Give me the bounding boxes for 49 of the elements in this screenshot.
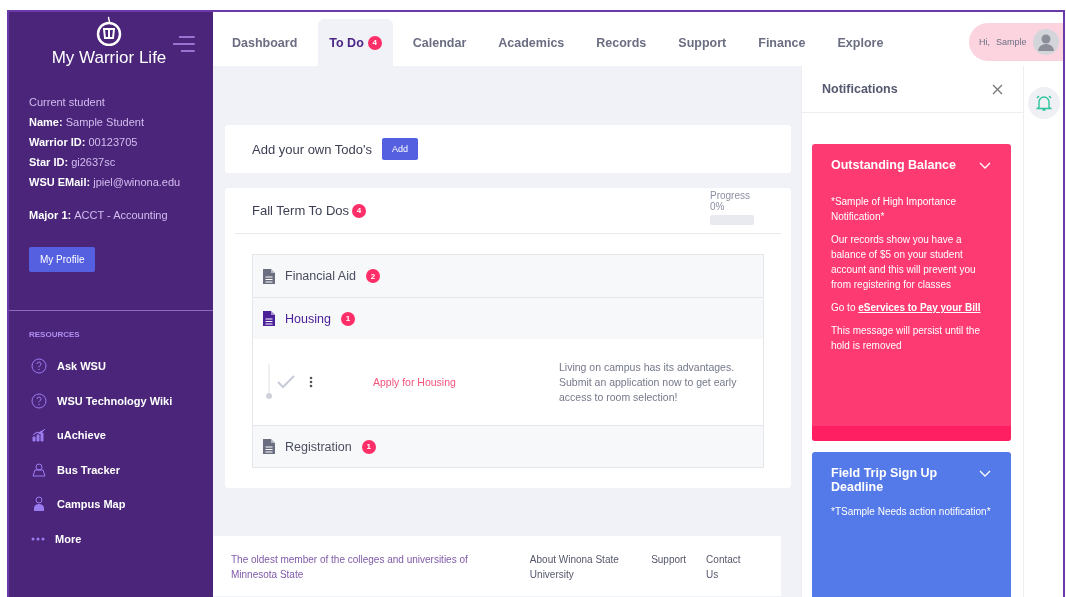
category-header[interactable]: Registration 1 <box>253 425 763 467</box>
count-badge: 1 <box>361 439 376 454</box>
nav-tab[interactable]: Explore <box>826 19 895 66</box>
footer-text: The oldest member of the colleges and universities of Minnesota State <box>231 553 469 582</box>
task-description: Living on campus has its advantages. Submit an application now to get early access to room selection! <box>559 359 738 405</box>
count-badge: 4 <box>367 35 382 50</box>
profile-field: Name: Sample Student <box>29 116 193 128</box>
count-badge: 4 <box>352 203 367 218</box>
profile-field: Current student <box>29 96 193 108</box>
nav-tab[interactable]: To Do 4 <box>318 19 393 66</box>
resource-link[interactable]: Bus Tracker <box>57 463 120 476</box>
count-badge: 1 <box>340 311 355 326</box>
notification-title: Outstanding Balance <box>831 158 958 172</box>
notification-title: Field Trip Sign Up Deadline <box>831 466 939 494</box>
resource-link[interactable]: Campus Map <box>57 498 126 511</box>
nav-tab[interactable]: Dashboard <box>221 19 309 66</box>
notification-text: *Sample of High Importance Notification* <box>831 195 958 224</box>
category-header[interactable]: Financial Aid 2 <box>253 255 763 297</box>
nav-tab[interactable]: Academics <box>487 19 576 66</box>
nav-tab[interactable]: Records <box>585 19 658 66</box>
progress-value: 0% <box>710 201 725 212</box>
count-badge: 2 <box>365 269 380 283</box>
notification-text: Go to eServices to Pay your Bill <box>831 301 982 315</box>
profile-field: WSU EMail: jpiel@winona.edu <box>29 176 193 188</box>
resource-link[interactable]: uAchieve <box>57 429 106 442</box>
profile-field: Star ID: gi2637sc <box>29 156 193 168</box>
card-title: Fall Term To Dos <box>252 203 350 218</box>
progress-label: Progress <box>710 190 751 201</box>
profile-field: Warrior ID: 00123705 <box>29 136 193 148</box>
nav-tab[interactable]: Finance <box>747 19 817 66</box>
panel-title: Notifications <box>822 82 898 96</box>
add-todo-label: Add your own Todo's <box>252 141 373 157</box>
notification-text: Our records show you have a balance of $5 on your student account and this will prevent you from registering for classes <box>831 233 977 292</box>
add-button[interactable]: Add <box>382 138 419 160</box>
resource-link[interactable]: More <box>55 532 82 545</box>
my-profile-button[interactable]: My Profile <box>29 247 96 272</box>
notification-text: *TSample Needs action notification* <box>831 505 991 519</box>
brand-name: My Warrior Life <box>51 48 167 68</box>
user-menu[interactable]: Hi, Sample <box>969 23 1063 61</box>
nav-tab[interactable]: Calendar <box>401 19 478 66</box>
notification-text: This message will persist until the hold is removed <box>831 324 981 353</box>
footer-link[interactable]: Contact Us <box>706 552 749 596</box>
profile-field: Major 1: ACCT - Accounting <box>29 209 193 221</box>
resource-link[interactable]: WSU Technology Wiki <box>57 394 173 407</box>
footer-link[interactable]: About Winona State University <box>529 552 638 596</box>
nav-tab[interactable]: Support <box>667 19 738 66</box>
resource-link[interactable]: Ask WSU <box>57 360 106 373</box>
section-heading: RESOURCES <box>28 329 81 341</box>
footer-link[interactable]: Support <box>651 552 693 596</box>
